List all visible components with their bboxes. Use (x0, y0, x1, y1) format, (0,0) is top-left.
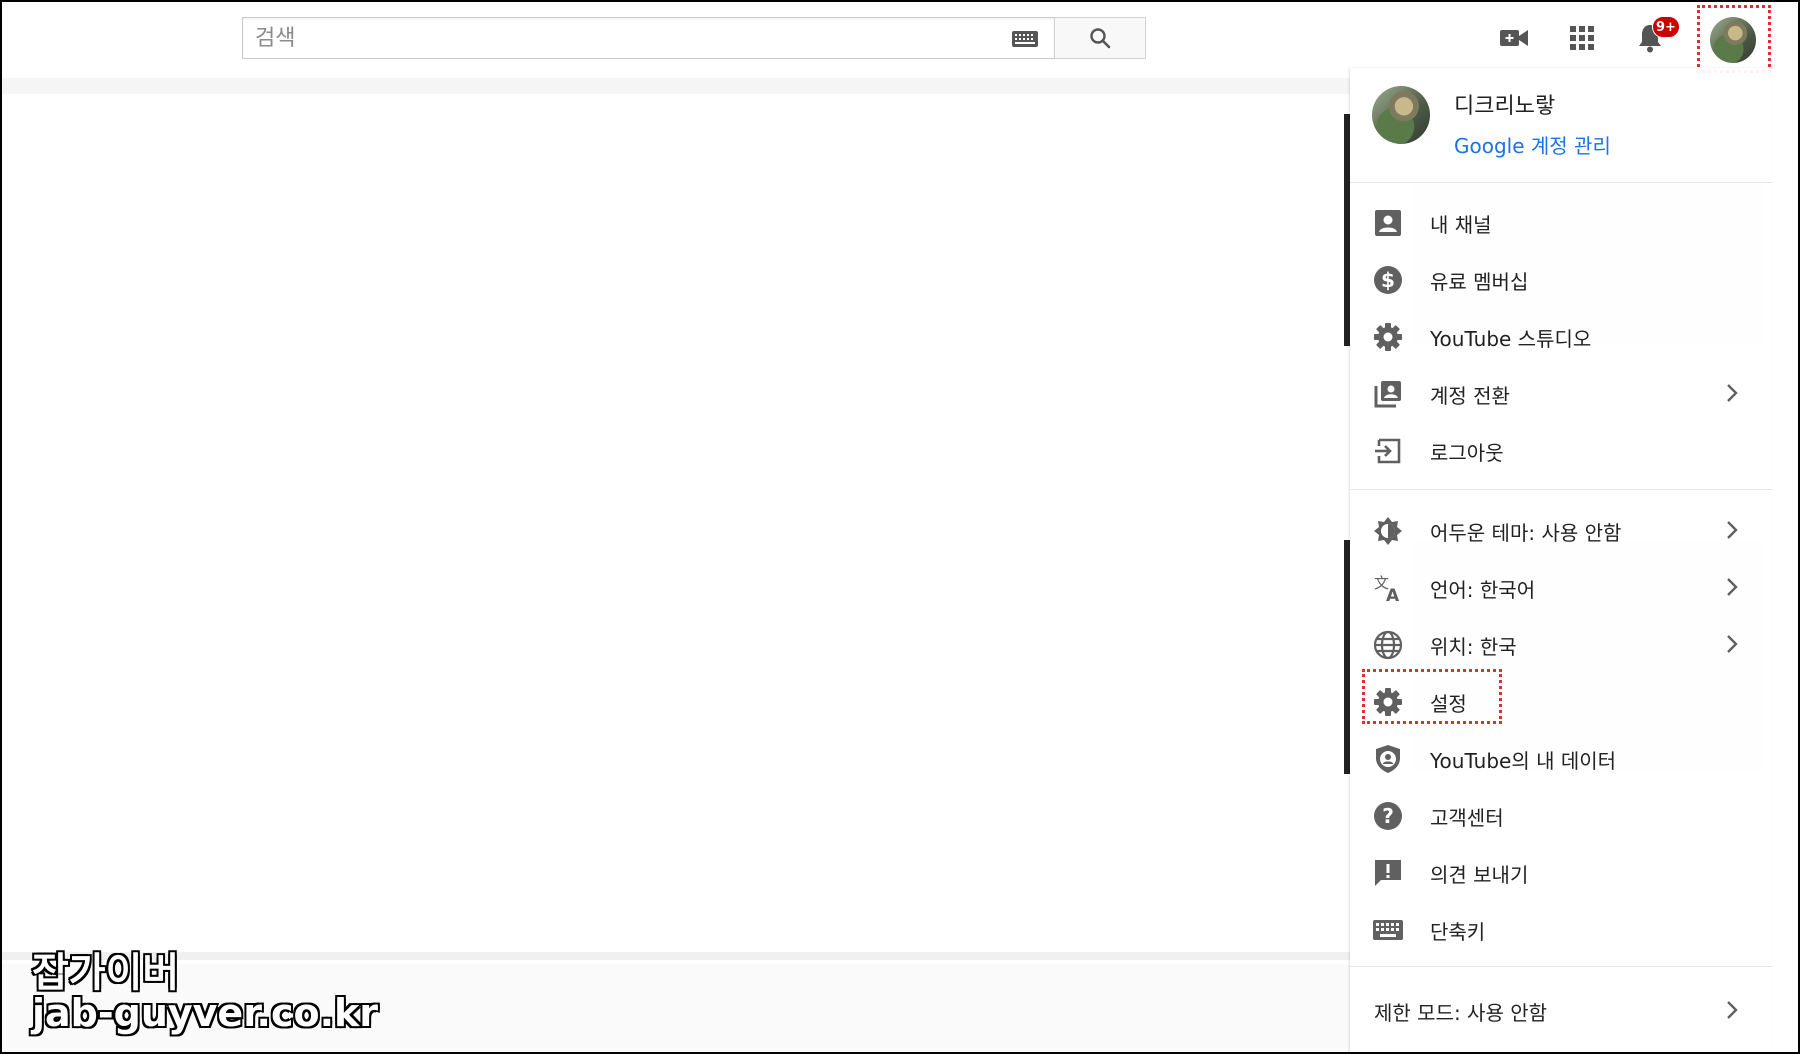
gear-icon (1372, 321, 1404, 353)
menu-item-label: 로그아웃 (1430, 441, 1504, 465)
menu-item-label: YouTube의 내 데이터 (1430, 749, 1617, 773)
menu-item-location[interactable]: 위치: 한국 (1350, 616, 1772, 672)
dollar-circle-icon: $ (1372, 264, 1404, 296)
menu-item-label: 내 채널 (1430, 213, 1492, 237)
apps-grid-icon (1570, 26, 1594, 50)
menu-item-help[interactable]: ? 고객센터 (1350, 787, 1772, 843)
chevron-right-icon (1727, 635, 1738, 653)
menu-item-label: YouTube 스튜디오 (1430, 327, 1592, 351)
menu-item-label: 계정 전환 (1430, 384, 1510, 408)
app-window: 9+ 디크리노랗 Google 계정 관리 내 채널 $ 유료 멤버십 (0, 0, 1800, 1054)
settings-highlight (1362, 669, 1502, 724)
account-name: 디크리노랗 (1454, 94, 1556, 119)
chevron-right-icon (1727, 521, 1738, 539)
chevron-right-icon (1727, 578, 1738, 596)
create-video-button[interactable] (1496, 20, 1532, 56)
svg-text:?: ? (1382, 804, 1394, 828)
search-icon (1090, 28, 1111, 49)
menu-item-feedback[interactable]: 의견 보내기 (1350, 844, 1772, 900)
logout-icon (1372, 435, 1404, 467)
menu-item-label: 유료 멤버십 (1430, 270, 1529, 294)
video-camera-icon (1500, 30, 1528, 46)
translate-icon: 文A (1372, 572, 1404, 604)
menu-item-label: 언어: 한국어 (1430, 578, 1536, 602)
menu-item-label: 단축키 (1430, 920, 1486, 944)
help-icon: ? (1372, 800, 1404, 832)
switch-account-icon (1372, 378, 1404, 410)
menu-item-switch-account[interactable]: 계정 전환 (1350, 365, 1772, 421)
svg-text:$: $ (1381, 268, 1395, 292)
account-header: 디크리노랗 Google 계정 관리 (1350, 68, 1772, 183)
keyboard-icon (1372, 914, 1404, 946)
menu-item-dark-theme[interactable]: 어두운 테마: 사용 안함 (1350, 502, 1772, 558)
search-input[interactable] (242, 17, 1054, 59)
keyboard-icon[interactable] (1012, 31, 1038, 47)
menu-item-shortcuts[interactable]: 단축키 (1350, 901, 1772, 957)
content-header-strip (2, 78, 1352, 94)
account-box-icon (1372, 207, 1404, 239)
shield-person-icon (1372, 743, 1404, 775)
apps-button[interactable] (1564, 20, 1600, 56)
account-avatar (1372, 86, 1430, 144)
menu-item-restricted-mode[interactable]: 제한 모드: 사용 안함 (1350, 982, 1772, 1038)
menu-item-label: 의견 보내기 (1430, 863, 1529, 887)
brightness-icon (1372, 515, 1404, 547)
menu-divider (1350, 489, 1772, 490)
feedback-icon (1372, 857, 1404, 889)
globe-icon (1372, 629, 1404, 661)
menu-item-language[interactable]: 文A 언어: 한국어 (1350, 559, 1772, 615)
watermark-url: jab-guyver.co.kr (30, 991, 379, 1035)
svg-text:A: A (1386, 586, 1400, 603)
menu-item-label: 고객센터 (1430, 806, 1504, 830)
menu-item-logout[interactable]: 로그아웃 (1350, 422, 1772, 478)
search-bar (242, 17, 1146, 59)
account-menu: 디크리노랗 Google 계정 관리 내 채널 $ 유료 멤버십 YouTube… (1350, 68, 1772, 1052)
menu-item-my-channel[interactable]: 내 채널 (1350, 194, 1772, 250)
menu-divider (1350, 966, 1772, 967)
menu-item-youtube-studio[interactable]: YouTube 스튜디오 (1350, 308, 1772, 364)
menu-item-label: 제한 모드: 사용 안함 (1374, 1001, 1548, 1025)
manage-account-link[interactable]: Google 계정 관리 (1454, 130, 1611, 159)
top-bar: 9+ (2, 2, 1798, 74)
chevron-right-icon (1727, 384, 1738, 402)
watermark: 잡가이버 jab-guyver.co.kr (30, 950, 379, 1035)
menu-item-label: 위치: 한국 (1430, 635, 1517, 659)
menu-item-your-data[interactable]: YouTube의 내 데이터 (1350, 730, 1772, 786)
watermark-title: 잡가이버 (30, 950, 180, 996)
search-button[interactable] (1054, 17, 1146, 59)
menu-item-label: 어두운 테마: 사용 안함 (1430, 521, 1622, 545)
menu-item-paid-memberships[interactable]: $ 유료 멤버십 (1350, 251, 1772, 307)
notification-badge: 9+ (1652, 16, 1680, 38)
chevron-right-icon (1727, 1001, 1738, 1019)
avatar-button[interactable] (1710, 17, 1756, 63)
